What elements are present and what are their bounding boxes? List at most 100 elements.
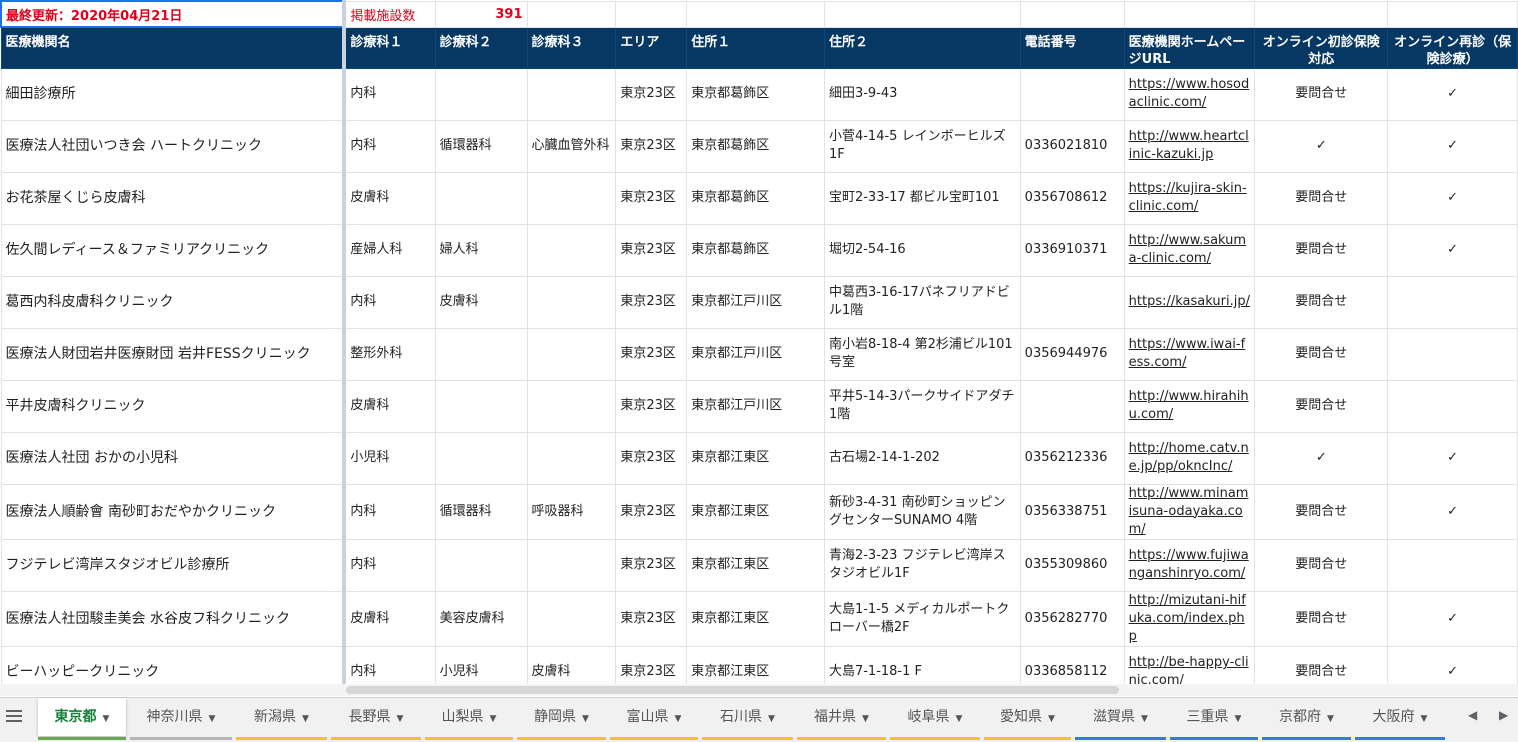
header-dept2[interactable]: 診療科２ xyxy=(434,26,528,69)
facility-count-label[interactable]: 掲載施設数 xyxy=(343,0,436,28)
cell-address1[interactable]: 東京都江戸川区 xyxy=(686,275,825,329)
chevron-down-icon[interactable]: ▼ xyxy=(768,714,775,724)
cell-online-first[interactable]: 要問合せ xyxy=(1254,171,1389,225)
cell-dept2[interactable] xyxy=(434,538,528,592)
cell-address1[interactable]: 東京都江東区 xyxy=(686,431,825,485)
cell-address2[interactable]: 中葛西3-16-17パネフリアドビル1階 xyxy=(823,275,1021,329)
cell-dept2[interactable]: 婦人科 xyxy=(434,223,528,277)
header-address1[interactable]: 住所１ xyxy=(686,26,825,69)
cell-phone[interactable]: 0336910371 xyxy=(1019,223,1125,277)
cell-online-first[interactable]: ✓ xyxy=(1254,119,1389,173)
cell-online-revisit[interactable] xyxy=(1387,379,1518,433)
cell-address1[interactable]: 東京都江戸川区 xyxy=(686,379,825,433)
sheet-tab[interactable]: 滋賀県 ▼ xyxy=(1075,698,1166,740)
chevron-down-icon[interactable]: ▼ xyxy=(1421,714,1428,724)
header-online-first[interactable]: オンライン初診保険対応 xyxy=(1254,26,1389,69)
cell-online-first[interactable]: 要問合せ xyxy=(1254,483,1389,540)
cell-dept2[interactable] xyxy=(434,327,528,381)
sheet-tab[interactable]: 岐阜県 ▼ xyxy=(890,698,980,740)
chevron-down-icon[interactable]: ▼ xyxy=(302,714,309,724)
cell-phone[interactable]: 0356708612 xyxy=(1019,171,1125,225)
cell-area[interactable]: 東京23区 xyxy=(615,275,688,329)
sheet-tab[interactable]: 新潟県 ▼ xyxy=(236,698,327,740)
cell-dept3[interactable] xyxy=(526,275,617,329)
cell-online-first[interactable]: ✓ xyxy=(1254,431,1389,485)
cell-online-first[interactable]: 要問合せ xyxy=(1254,327,1389,381)
cell-address2[interactable]: 小菅4-14-5 レインボーヒルズ1F xyxy=(823,119,1021,173)
sheet-tab[interactable]: 山梨県 ▼ xyxy=(425,698,513,740)
cell-area[interactable]: 東京23区 xyxy=(615,590,688,647)
header-dept1[interactable]: 診療科１ xyxy=(343,26,436,69)
cell-address2[interactable]: 青海2-3-23 フジテレビ湾岸スタジオビル1F xyxy=(823,538,1021,592)
facility-count-value[interactable]: 391 xyxy=(434,0,528,28)
cell-online-first[interactable]: 要問合せ xyxy=(1254,590,1389,647)
cell-url[interactable]: http://www.sakuma-clinic.com/ xyxy=(1123,223,1256,277)
url-link[interactable]: https://kasakuri.jp/ xyxy=(1129,294,1250,309)
cell-name[interactable]: 葛西内科皮膚科クリニック xyxy=(0,275,347,329)
cell-url[interactable]: http://mizutani-hifuka.com/index.php xyxy=(1123,590,1256,647)
cell-name[interactable]: 細田診療所 xyxy=(0,67,347,121)
header-url[interactable]: 医療機関ホームページURL xyxy=(1123,26,1256,69)
url-link[interactable]: https://www.fujiwanganshinryo.com/ xyxy=(1129,548,1249,581)
cell-dept3[interactable]: 呼吸器科 xyxy=(526,483,617,540)
sheet-tab[interactable]: 大阪府 ▼ xyxy=(1355,698,1445,740)
cell-online-revisit[interactable] xyxy=(1387,327,1518,381)
cell-address2[interactable]: 細田3-9-43 xyxy=(823,67,1021,121)
cell-dept3[interactable] xyxy=(526,379,617,433)
cell-url[interactable]: http://home.catv.ne.jp/pp/okncInc/ xyxy=(1123,431,1256,485)
cell-url[interactable]: https://kasakuri.jp/ xyxy=(1123,275,1256,329)
cell-dept2[interactable]: 美容皮膚科 xyxy=(434,590,528,647)
sheet-tab[interactable]: 京都府 ▼ xyxy=(1262,698,1351,740)
cell-phone[interactable]: 0356944976 xyxy=(1019,327,1125,381)
cell-online-revisit[interactable]: ✓ xyxy=(1387,645,1518,686)
url-link[interactable]: http://be-happy-clinic.com/ xyxy=(1129,655,1249,686)
cell-dept1[interactable]: 内科 xyxy=(343,67,436,121)
empty-cell[interactable] xyxy=(1123,0,1256,28)
cell-online-revisit[interactable]: ✓ xyxy=(1387,171,1518,225)
cell-dept3[interactable]: 皮膚科 xyxy=(526,645,617,686)
cell-address2[interactable]: 新砂3-4-31 南砂町ショッピングセンターSUNAMO 4階 xyxy=(823,483,1021,540)
cell-dept2[interactable]: 小児科 xyxy=(434,645,528,686)
cell-dept3[interactable] xyxy=(526,431,617,485)
empty-cell[interactable] xyxy=(686,0,825,28)
empty-cell[interactable] xyxy=(823,0,1021,28)
cell-address1[interactable]: 東京都江東区 xyxy=(686,590,825,647)
cell-area[interactable]: 東京23区 xyxy=(615,431,688,485)
cell-area[interactable]: 東京23区 xyxy=(615,171,688,225)
cell-url[interactable]: https://www.fujiwanganshinryo.com/ xyxy=(1123,538,1256,592)
cell-address1[interactable]: 東京都葛飾区 xyxy=(686,119,825,173)
cell-phone[interactable]: 0355309860 xyxy=(1019,538,1125,592)
empty-cell[interactable] xyxy=(1387,0,1518,28)
cell-address2[interactable]: 南小岩8-18-4 第2杉浦ビル101号室 xyxy=(823,327,1021,381)
cell-phone[interactable]: 0356212336 xyxy=(1019,431,1125,485)
cell-dept2[interactable]: 循環器科 xyxy=(434,483,528,540)
cell-name[interactable]: ビーハッピークリニック xyxy=(0,645,347,686)
cell-dept3[interactable]: 心臓血管外科 xyxy=(526,119,617,173)
header-name[interactable]: 医療機関名 xyxy=(0,26,347,69)
cell-area[interactable]: 東京23区 xyxy=(615,379,688,433)
sheet-tab[interactable]: 石川県 ▼ xyxy=(702,698,793,740)
cell-dept2[interactable] xyxy=(434,379,528,433)
cell-dept1[interactable]: 内科 xyxy=(343,483,436,540)
url-link[interactable]: http://www.minamisuna-odayaka.com/ xyxy=(1129,486,1249,537)
cell-dept1[interactable]: 皮膚科 xyxy=(343,171,436,225)
cell-area[interactable]: 東京23区 xyxy=(615,119,688,173)
cell-phone[interactable]: 0356338751 xyxy=(1019,483,1125,540)
chevron-down-icon[interactable]: ▼ xyxy=(1141,714,1148,724)
menu-icon[interactable] xyxy=(4,707,24,727)
cell-dept1[interactable]: 内科 xyxy=(343,645,436,686)
sheet-tab[interactable]: 神奈川県 ▼ xyxy=(130,698,232,740)
cell-address1[interactable]: 東京都葛飾区 xyxy=(686,171,825,225)
header-online-revisit[interactable]: オンライン再診（保険診療） xyxy=(1387,26,1518,69)
url-link[interactable]: https://www.hosodaclinic.com/ xyxy=(1129,77,1250,110)
cell-address2[interactable]: 堀切2-54-16 xyxy=(823,223,1021,277)
sheet-tab[interactable]: 愛知県 ▼ xyxy=(984,698,1071,740)
sheet-tab[interactable]: 東京都 ▼ xyxy=(38,698,126,740)
cell-address1[interactable]: 東京都葛飾区 xyxy=(686,67,825,121)
cell-dept2[interactable] xyxy=(434,431,528,485)
cell-online-first[interactable]: 要問合せ xyxy=(1254,275,1389,329)
chevron-down-icon[interactable]: ▼ xyxy=(490,714,497,724)
cell-online-revisit[interactable]: ✓ xyxy=(1387,483,1518,540)
header-phone[interactable]: 電話番号 xyxy=(1019,26,1125,69)
chevron-right-icon[interactable]: ▶ xyxy=(1499,708,1508,722)
